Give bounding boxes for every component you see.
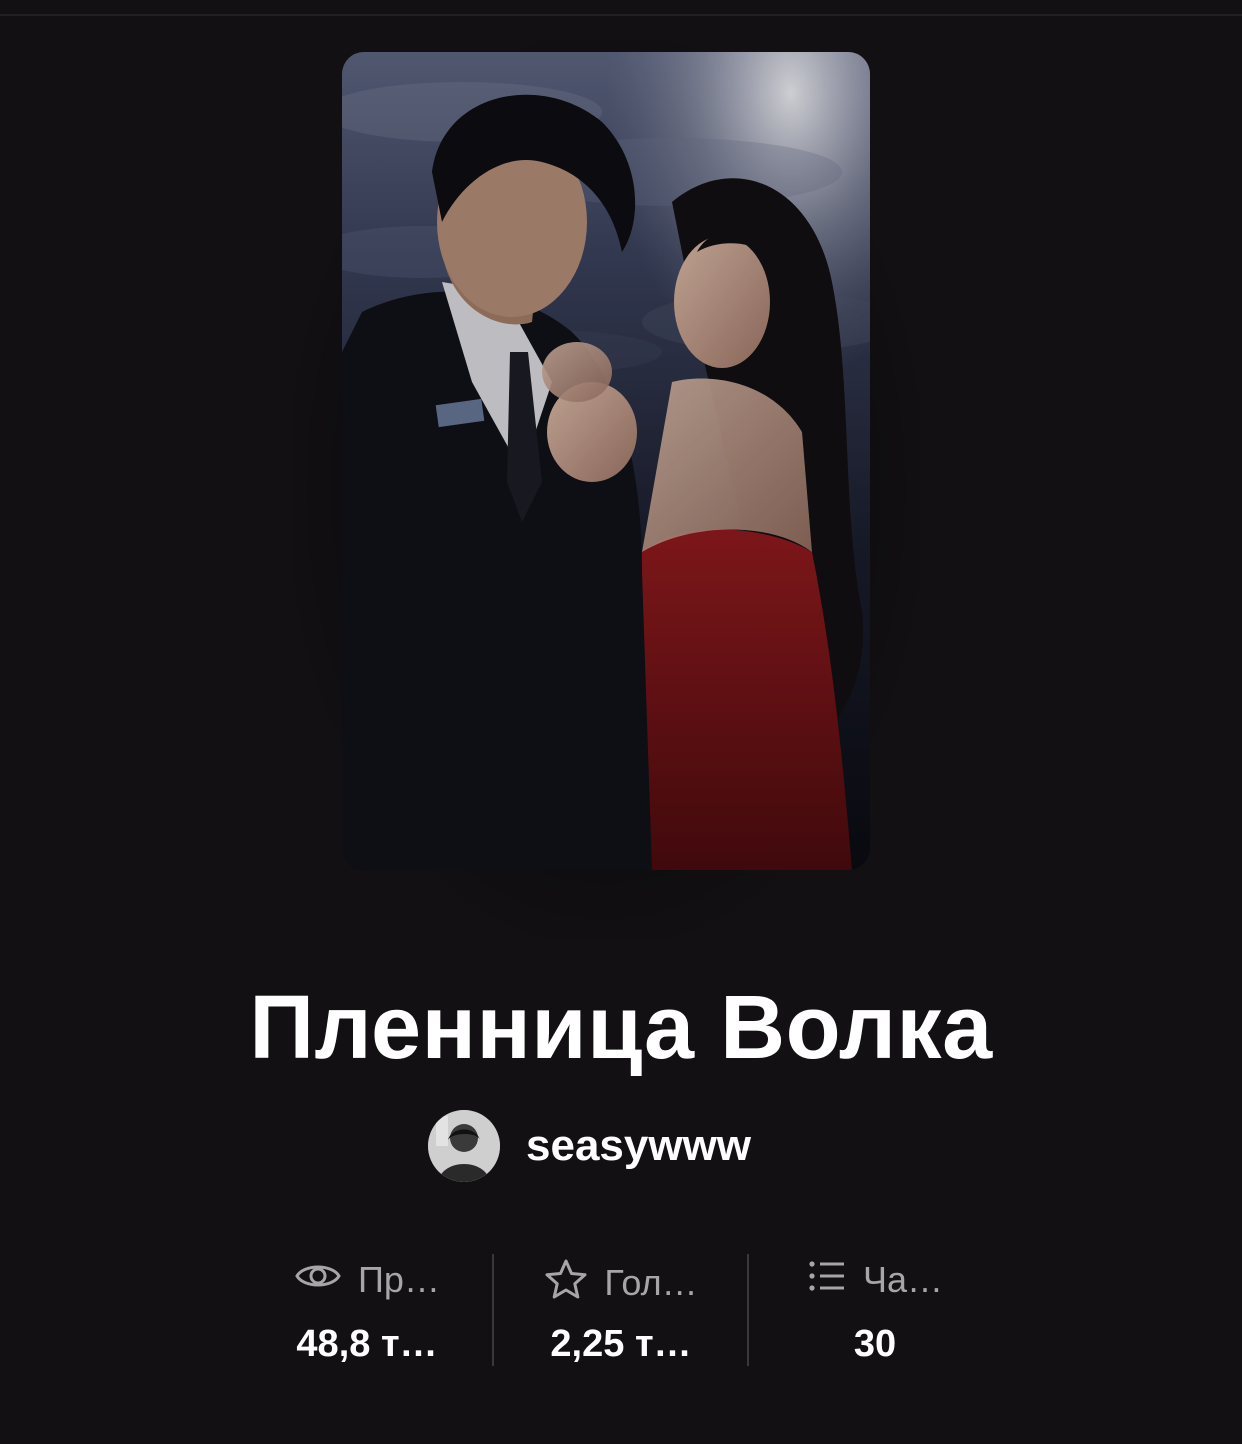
stat-reads-label: Пр…	[358, 1259, 440, 1300]
story-stats: Пр… 48,8 т… Гол… 2,25 т… Ча… 30	[240, 1252, 1000, 1370]
stat-votes-label-row: Гол…	[494, 1258, 748, 1308]
author-avatar[interactable]	[428, 1110, 500, 1182]
eye-icon	[294, 1258, 342, 1302]
star-icon	[544, 1258, 588, 1308]
stat-parts-label: Ча…	[862, 1259, 943, 1300]
stat-reads-label-row: Пр…	[240, 1258, 494, 1302]
stat-parts-label-row: Ча…	[748, 1258, 1002, 1302]
top-divider	[0, 14, 1242, 16]
author-name[interactable]: seasywww	[526, 1121, 751, 1171]
story-cover-image[interactable]	[342, 52, 870, 870]
stat-votes: Гол… 2,25 т…	[494, 1252, 748, 1370]
author-link[interactable]: seasywww	[428, 1108, 751, 1184]
list-icon	[807, 1258, 847, 1302]
stat-votes-label: Гол…	[604, 1262, 698, 1303]
story-details-page: Пленница Волка seasywww Пр… 48,8 т… Гол……	[0, 0, 1242, 1444]
stat-reads: Пр… 48,8 т…	[240, 1252, 494, 1370]
story-title: Пленница Волка	[249, 978, 993, 1078]
stat-votes-value: 2,25 т…	[550, 1323, 692, 1365]
stat-parts-value: 30	[853, 1323, 897, 1365]
stat-reads-value: 48,8 т…	[296, 1323, 438, 1365]
stat-parts: Ча… 30	[748, 1252, 1002, 1370]
